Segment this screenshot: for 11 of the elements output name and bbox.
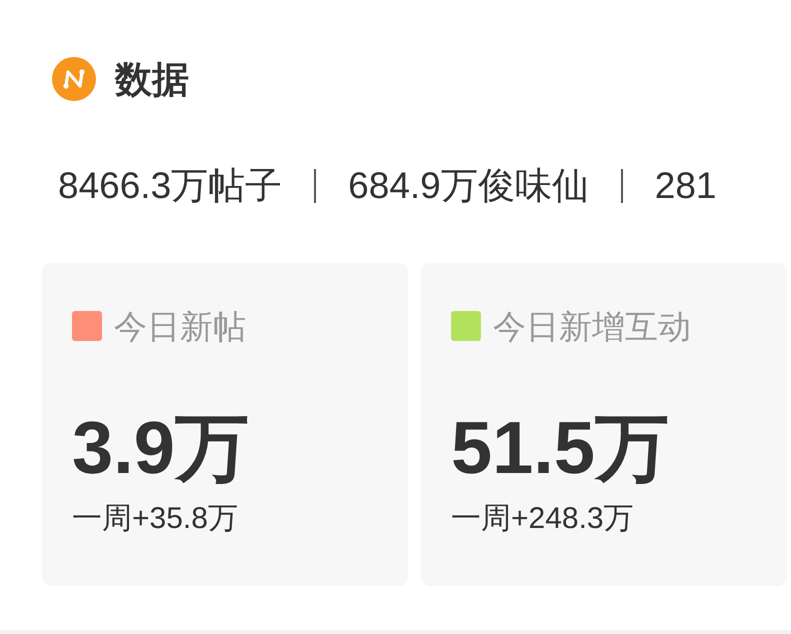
weekly-change: 一周+248.3万 bbox=[451, 504, 635, 534]
card-label: 今日新帖 bbox=[114, 310, 246, 342]
section-title: 数据 bbox=[115, 60, 189, 98]
card-value: 3.9万 bbox=[72, 411, 250, 485]
stat-text: 684.9万俊味仙 bbox=[348, 167, 589, 204]
weekly-change: 一周+35.8万 bbox=[72, 504, 239, 534]
stat-text: 281 bbox=[654, 167, 716, 204]
card-label: 今日新增互动 bbox=[493, 310, 691, 342]
node-graph-icon bbox=[52, 57, 96, 101]
stat-text: 8466.3万帖子 bbox=[58, 167, 282, 204]
card-value: 51.5万 bbox=[451, 411, 670, 485]
